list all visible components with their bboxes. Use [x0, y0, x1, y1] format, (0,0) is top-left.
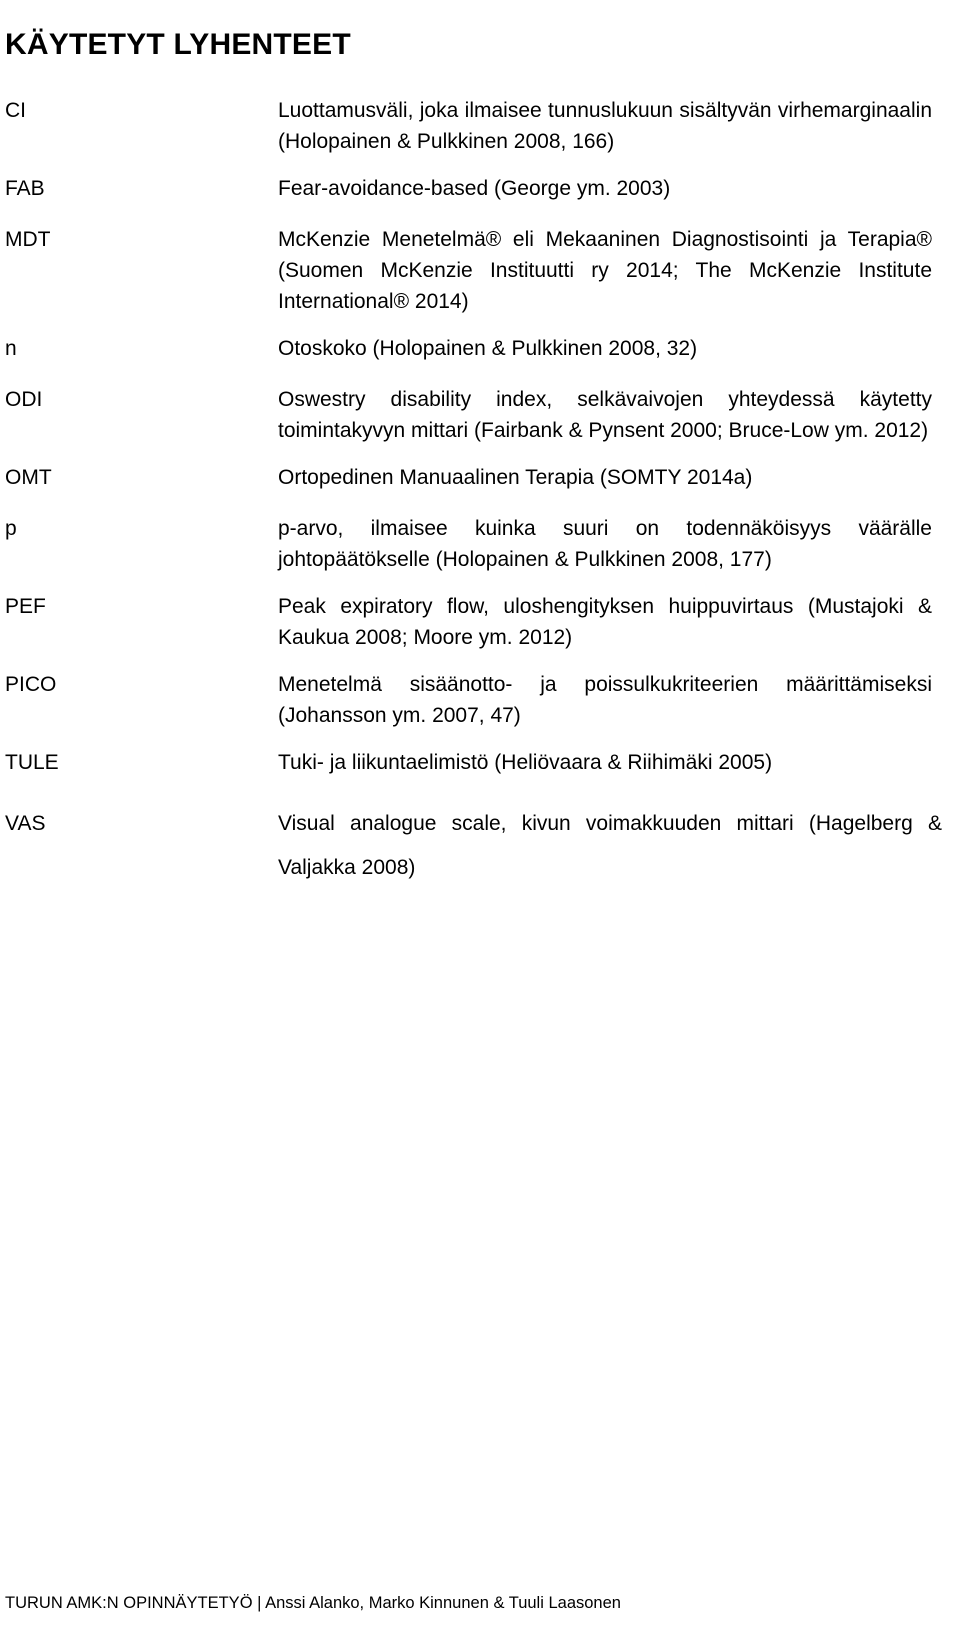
abbreviation-term: VAS	[5, 812, 46, 835]
abbreviation-definition: Luottamusväli, joka ilmaisee tunnuslukuu…	[278, 99, 932, 153]
abbreviation-term: ODI	[5, 388, 43, 411]
abbreviation-term: PICO	[5, 673, 57, 696]
abbreviation-entry-n: n Otoskoko (Holopainen & Pulkkinen 2008,…	[0, 333, 960, 364]
abbreviation-term: CI	[5, 99, 26, 122]
abbreviation-definition: Menetelmä sisäänotto- ja poissulkukritee…	[278, 673, 932, 727]
abbreviation-entry-tule: TULE Tuki- ja liikuntaelimistö (Heliövaa…	[0, 747, 960, 778]
abbreviation-definition: Fear-avoidance-based (George ym. 2003)	[278, 177, 671, 200]
abbreviation-entry-p: p p-arvo, ilmaisee kuinka suuri on toden…	[0, 513, 960, 575]
abbreviation-definition: p-arvo, ilmaisee kuinka suuri on todennä…	[278, 517, 932, 571]
abbreviation-definition: Tuki- ja liikuntaelimistö (Heliövaara & …	[278, 751, 773, 774]
abbreviation-entry-ci: CI Luottamusväli, joka ilmaisee tunnuslu…	[0, 95, 960, 157]
abbreviation-list: CI Luottamusväli, joka ilmaisee tunnuslu…	[0, 95, 960, 890]
abbreviation-entry-pico: PICO Menetelmä sisäänotto- ja poissulkuk…	[0, 669, 960, 731]
abbreviation-term: n	[5, 337, 17, 360]
abbreviation-definition: Peak expiratory flow, uloshengityksen hu…	[278, 595, 932, 649]
abbreviation-term: OMT	[5, 466, 52, 489]
document-page: KÄYTETYT LYHENTEET CI Luottamusväli, jok…	[0, 0, 960, 1630]
abbreviation-term: p	[5, 517, 17, 540]
abbreviation-entry-fab: FAB Fear-avoidance-based (George ym. 200…	[0, 173, 960, 204]
abbreviation-term: PEF	[5, 595, 46, 618]
abbreviation-entry-mdt: MDT McKenzie Menetelmä® eli Mekaaninen D…	[0, 224, 960, 317]
abbreviation-entry-vas: VAS Visual analogue scale, kivun voimakk…	[0, 802, 960, 890]
abbreviation-definition: Otoskoko (Holopainen & Pulkkinen 2008, 3…	[278, 337, 698, 360]
abbreviation-entry-odi: ODI Oswestry disability index, selkävaiv…	[0, 384, 960, 446]
page-title: KÄYTETYT LYHENTEET	[5, 28, 351, 62]
abbreviation-term: MDT	[5, 228, 51, 251]
abbreviation-definition: Visual analogue scale, kivun voimakkuude…	[278, 812, 942, 879]
abbreviation-definition: Oswestry disability index, selkävaivojen…	[278, 388, 932, 442]
abbreviation-entry-pef: PEF Peak expiratory flow, uloshengitykse…	[0, 591, 960, 653]
abbreviation-definition: Ortopedinen Manuaalinen Terapia (SOMTY 2…	[278, 466, 753, 489]
abbreviation-term: TULE	[5, 751, 59, 774]
abbreviation-entry-omt: OMT Ortopedinen Manuaalinen Terapia (SOM…	[0, 462, 960, 493]
page-footer: TURUN AMK:N OPINNÄYTETYÖ | Anssi Alanko,…	[5, 1594, 621, 1612]
abbreviation-definition: McKenzie Menetelmä® eli Mekaaninen Diagn…	[278, 228, 932, 313]
abbreviation-term: FAB	[5, 177, 45, 200]
